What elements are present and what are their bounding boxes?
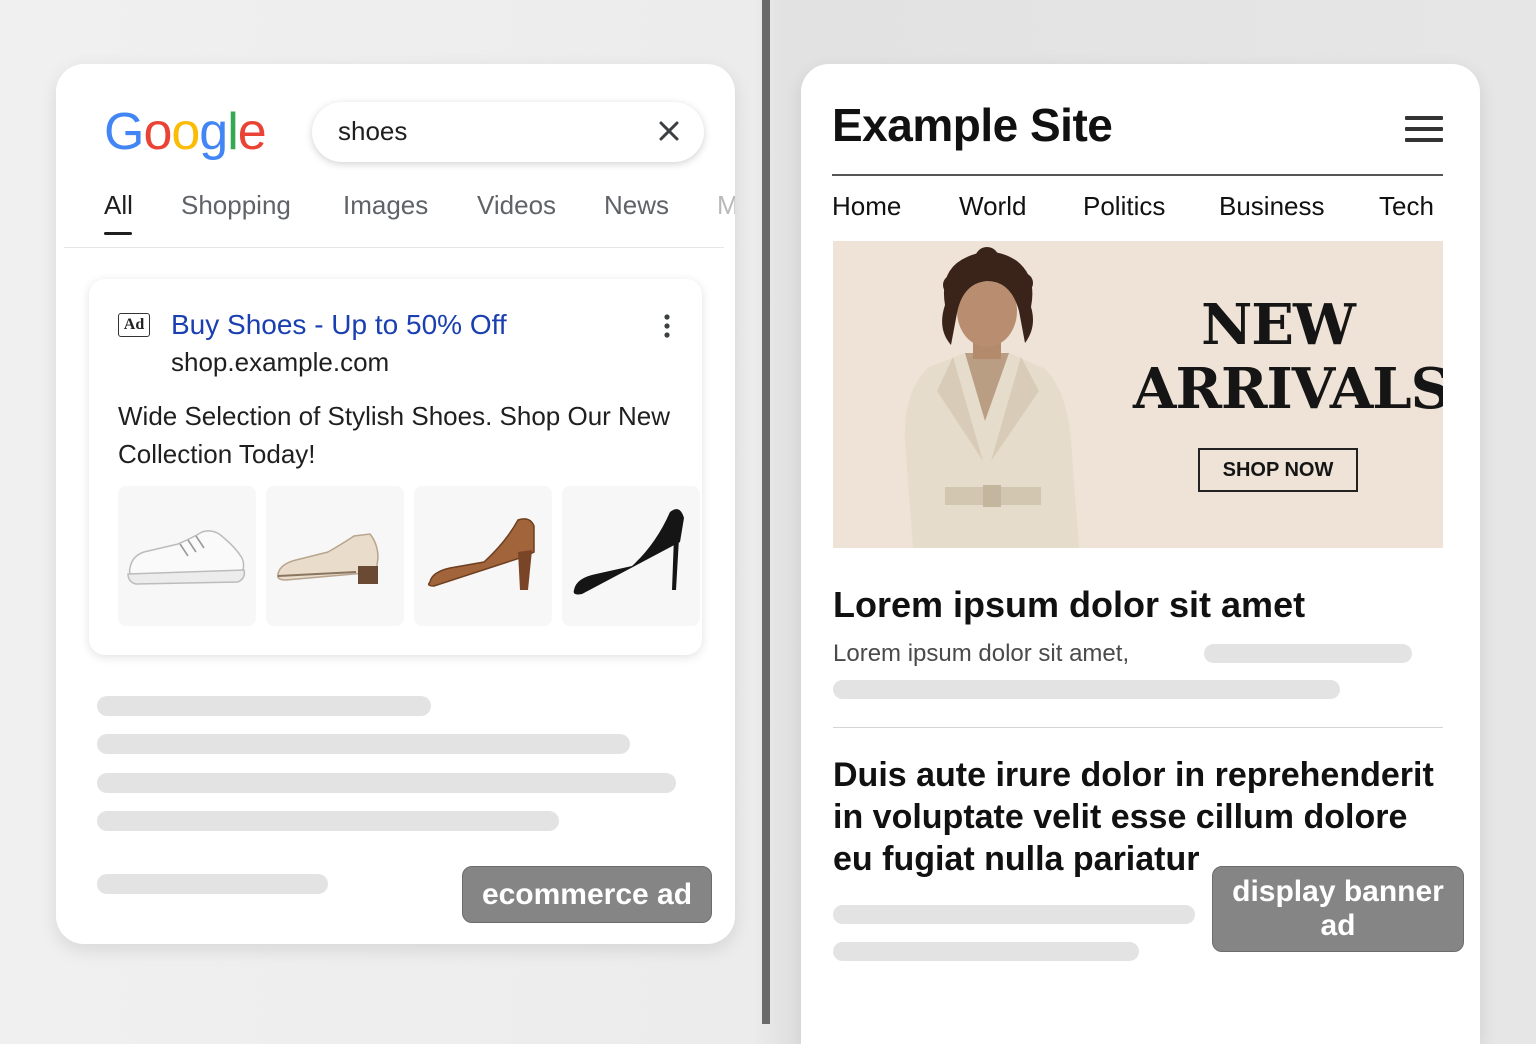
tabs-divider [64, 247, 724, 248]
search-tabs: All Shopping Images Videos News M [104, 190, 735, 248]
product-thumb-black-stiletto[interactable] [562, 486, 700, 626]
display-banner-ad[interactable]: NEW ARRIVALS SHOP NOW [833, 241, 1443, 548]
tab-images[interactable]: Images [343, 190, 428, 221]
google-logo[interactable]: Google [104, 102, 267, 162]
nav-world[interactable]: World [959, 191, 1026, 222]
ecommerce-ad-card[interactable]: Ad Buy Shoes - Up to 50% Off shop.exampl… [89, 279, 702, 655]
model-photo [904, 247, 1079, 548]
ad-title-link[interactable]: Buy Shoes - Up to 50% Off [171, 309, 507, 341]
banner-headline: NEW ARRIVALS [1133, 292, 1443, 422]
display-banner-ad-label: display banner ad [1212, 866, 1464, 952]
skeleton-line [97, 773, 676, 793]
cream-loafer-icon [276, 533, 379, 584]
close-icon[interactable] [654, 116, 684, 146]
site-title[interactable]: Example Site [832, 98, 1113, 152]
header-divider [832, 174, 1443, 176]
nav-tech[interactable]: Tech [1379, 191, 1434, 222]
nav-home[interactable]: Home [832, 191, 901, 222]
more-options-icon[interactable] [661, 313, 673, 339]
skeleton-line [1204, 644, 1412, 663]
ad-description: Wide Selection of Stylish Shoes. Shop Ou… [118, 401, 671, 469]
shop-now-button[interactable]: SHOP NOW [1198, 448, 1358, 492]
product-thumb-brown-heel[interactable] [414, 486, 552, 626]
active-tab-indicator [104, 232, 132, 235]
article-divider [833, 727, 1443, 728]
skeleton-line [833, 680, 1340, 699]
search-results-card: Google shoes All Shopping Images Videos … [56, 64, 735, 944]
nav-business[interactable]: Business [1219, 191, 1325, 222]
white-sneaker-icon [127, 530, 246, 585]
tab-shopping[interactable]: Shopping [181, 190, 291, 221]
article-headline[interactable]: Lorem ipsum dolor sit amet [833, 584, 1305, 626]
skeleton-line [97, 811, 559, 831]
ecommerce-ad-label: ecommerce ad [462, 866, 712, 923]
tab-news[interactable]: News [604, 190, 669, 221]
skeleton-line [833, 905, 1195, 924]
tab-videos[interactable]: Videos [477, 190, 556, 221]
ad-badge: Ad [118, 313, 150, 337]
search-bar[interactable]: shoes [312, 102, 704, 162]
ad-url[interactable]: shop.example.com [171, 347, 389, 378]
skeleton-line [97, 696, 431, 716]
search-input[interactable]: shoes [338, 116, 407, 147]
product-thumb-white-sneaker[interactable] [118, 486, 256, 626]
product-thumb-cream-loafer[interactable] [266, 486, 404, 626]
product-thumbnails [118, 486, 702, 626]
tab-all[interactable]: All [104, 190, 133, 221]
skeleton-line [97, 874, 328, 894]
skeleton-line [833, 942, 1139, 961]
nav-politics[interactable]: Politics [1083, 191, 1165, 222]
brown-heel-icon [427, 518, 535, 590]
article-snippet: Lorem ipsum dolor sit amet, [833, 640, 1130, 667]
tab-more[interactable]: M [717, 190, 735, 221]
article-headline[interactable]: Duis aute irure dolor in reprehenderit i… [833, 754, 1453, 880]
panel-divider [762, 0, 770, 1024]
hamburger-menu-icon[interactable] [1405, 114, 1443, 144]
black-stiletto-icon [573, 509, 684, 595]
skeleton-line [97, 734, 630, 754]
